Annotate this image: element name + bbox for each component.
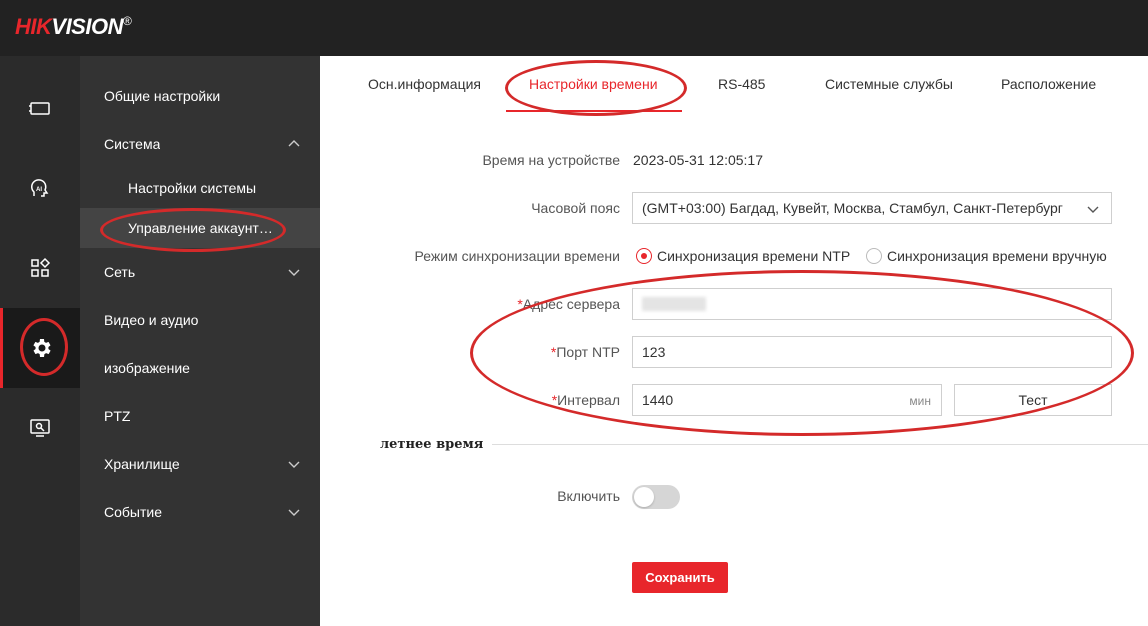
section-divider	[492, 444, 1148, 445]
icon-rail: AI	[0, 56, 80, 626]
rail-settings[interactable]	[0, 308, 80, 388]
active-tab-indicator	[506, 110, 682, 112]
ntp-port-value: 123	[642, 344, 666, 360]
chevron-down-icon	[1087, 206, 1099, 213]
settings-menu: Общие настройки Система Настройки систем…	[80, 56, 320, 626]
save-button[interactable]: Сохранить	[632, 562, 728, 593]
server-address-label: *Адрес сервера	[517, 296, 620, 312]
chevron-up-icon	[288, 140, 300, 147]
content-area: Осн.информация Настройки времени RS-485 …	[320, 56, 1148, 626]
interval-label: *Интервал	[551, 392, 620, 408]
tab-basic-info[interactable]: Осн.информация	[368, 76, 481, 92]
tab-system-services[interactable]: Системные службы	[825, 76, 953, 92]
gear-icon	[32, 339, 51, 357]
menu-item-label: Система	[104, 136, 161, 152]
apps-grid-icon	[31, 257, 51, 277]
menu-item-label: Событие	[104, 504, 162, 520]
timezone-label: Часовой пояс	[531, 200, 620, 216]
menu-item-general[interactable]: Общие настройки	[80, 72, 320, 120]
menu-item-network[interactable]: Сеть	[80, 248, 320, 296]
top-bar: HIKVISION®	[0, 0, 1148, 56]
camera-icon	[29, 102, 50, 115]
chevron-down-icon	[288, 269, 300, 276]
menu-item-label: Управление аккаунт…	[128, 220, 273, 236]
tab-time-settings[interactable]: Настройки времени	[529, 76, 658, 92]
monitor-settings-icon	[30, 419, 50, 437]
menu-item-label: Хранилище	[104, 456, 180, 472]
menu-item-label: Видео и аудио	[104, 312, 199, 328]
svg-text:AI: AI	[36, 187, 42, 193]
menu-item-label: Общие настройки	[104, 88, 221, 104]
menu-item-label: Настройки системы	[128, 180, 257, 196]
sync-manual-label: Синхронизация времени вручную	[887, 248, 1107, 264]
dst-enable-label: Включить	[557, 488, 620, 504]
rail-apps[interactable]	[0, 228, 80, 308]
rail-maintenance[interactable]	[0, 388, 80, 468]
menu-item-label: Сеть	[104, 264, 136, 280]
dst-enable-toggle[interactable]	[632, 485, 680, 509]
rail-camera[interactable]	[0, 68, 80, 148]
tab-rs485[interactable]: RS-485	[718, 76, 765, 92]
interval-unit: мин	[909, 394, 931, 408]
timezone-selected-value: (GMT+03:00) Багдад, Кувейт, Москва, Стам…	[642, 200, 1063, 216]
device-time-value: 2023-05-31 12:05:17	[633, 152, 763, 168]
rail-ai[interactable]: AI	[0, 148, 80, 228]
device-time-label: Время на устройстве	[482, 152, 620, 168]
chevron-down-icon	[288, 509, 300, 516]
redacted-value	[642, 297, 706, 311]
test-button[interactable]: Тест	[954, 384, 1112, 416]
menu-item-label: PTZ	[104, 408, 131, 424]
sync-ntp-radio[interactable]: Синхронизация времени NTP	[636, 248, 850, 264]
menu-item-system-settings[interactable]: Настройки системы	[80, 168, 320, 208]
radio-selected-icon	[636, 248, 652, 264]
server-address-input[interactable]	[632, 288, 1112, 320]
ai-head-icon: AI	[31, 179, 49, 197]
toggle-knob	[634, 487, 654, 507]
sync-manual-radio[interactable]: Синхронизация времени вручную	[866, 248, 1107, 264]
menu-item-image[interactable]: изображение	[80, 344, 320, 392]
sync-mode-label: Режим синхронизации времени	[414, 248, 620, 264]
timezone-select[interactable]: (GMT+03:00) Багдад, Кувейт, Москва, Стам…	[632, 192, 1112, 224]
menu-item-ptz[interactable]: PTZ	[80, 392, 320, 440]
tab-bar: Осн.информация Настройки времени RS-485 …	[320, 56, 1148, 114]
menu-item-storage[interactable]: Хранилище	[80, 440, 320, 488]
menu-item-label: изображение	[104, 360, 190, 376]
tab-location[interactable]: Расположение	[1001, 76, 1096, 92]
chevron-down-icon	[288, 461, 300, 468]
menu-item-system[interactable]: Система	[80, 120, 320, 168]
ntp-port-input[interactable]: 123	[632, 336, 1112, 368]
menu-item-event[interactable]: Событие	[80, 488, 320, 536]
menu-item-account-management[interactable]: Управление аккаунт…	[80, 208, 320, 248]
hikvision-logo: HIKVISION®	[15, 14, 132, 39]
interval-value: 1440	[642, 392, 674, 408]
sync-ntp-label: Синхронизация времени NTP	[657, 248, 851, 264]
ntp-port-label: *Порт NTP	[550, 344, 620, 360]
menu-item-video-audio[interactable]: Видео и аудио	[80, 296, 320, 344]
interval-input[interactable]: 1440 мин	[632, 384, 942, 416]
dst-section-title: летнее время	[380, 437, 484, 452]
radio-unselected-icon	[866, 248, 882, 264]
